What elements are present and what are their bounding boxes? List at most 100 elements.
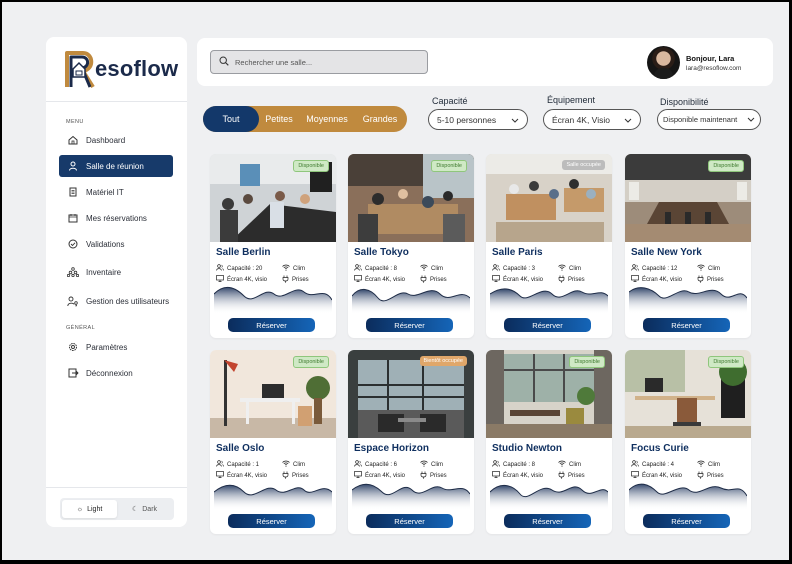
tab-large[interactable]: Grandes: [355, 106, 405, 132]
reserve-button[interactable]: Réserver: [366, 318, 453, 332]
availability-filter-label: Disponibilité: [660, 97, 709, 107]
user-key-icon: [67, 295, 79, 307]
people-icon: [354, 264, 362, 273]
chevron-down-icon: [747, 115, 755, 124]
room-photo: Disponible: [625, 154, 751, 242]
status-badge: Bientôt occupée: [419, 356, 467, 366]
reserve-button[interactable]: Réserver: [643, 318, 730, 332]
sidebar-divider: [46, 101, 187, 102]
chevron-down-icon: [624, 115, 632, 125]
sidebar-item-validations[interactable]: Validations: [59, 233, 173, 255]
logo-r-icon: [63, 49, 97, 89]
menu-section-label: MENU: [66, 119, 84, 125]
room-card[interactable]: Disponible Salle Oslo Capacité : 1 Clim …: [210, 350, 336, 534]
people-icon: [354, 460, 362, 469]
capacity-info: Capacité : 6: [354, 460, 397, 469]
availability-select[interactable]: Disponible maintenant: [657, 109, 761, 130]
moon-icon: ☾: [131, 506, 139, 513]
room-name: Focus Curie: [631, 443, 689, 454]
sidebar-item-settings[interactable]: Paramètres: [59, 336, 173, 358]
reserve-button[interactable]: Réserver: [228, 514, 315, 528]
document-icon: [67, 186, 79, 198]
user-icon: [67, 160, 79, 172]
room-card[interactable]: Disponible Studio Newton Capacité : 8 Cl…: [486, 350, 612, 534]
reserve-button[interactable]: Réserver: [643, 514, 730, 528]
user-greeting: Bonjour, Lara: [686, 53, 735, 63]
sidebar-item-label: Matériel IT: [86, 187, 124, 197]
room-card[interactable]: Disponible Salle Berlin Capacité : 20 Cl…: [210, 154, 336, 338]
availability-wave: [352, 289, 470, 314]
sidebar-item-logout[interactable]: Déconnexion: [59, 362, 173, 384]
sidebar-item-label: Dashboard: [86, 135, 126, 145]
sidebar-item-label: Gestion des utilisateurs: [86, 296, 170, 306]
people-icon: [216, 264, 224, 273]
clim-info: Clim: [420, 460, 443, 469]
sidebar-item-reservations[interactable]: Mes réservations: [59, 207, 173, 229]
user-profile[interactable]: Bonjour, Lara lara@resoflow.com: [647, 46, 741, 79]
sidebar-item-it-equipment[interactable]: Matériel IT: [59, 181, 173, 203]
people-icon: [216, 460, 224, 469]
general-section-label: GÉNÉRAL: [66, 325, 96, 331]
search-bar[interactable]: [210, 50, 428, 74]
capacity-info: Capacité : 4: [631, 460, 674, 469]
people-icon: [492, 460, 500, 469]
clim-info: Clim: [558, 460, 581, 469]
sidebar-item-label: Inventaire: [86, 267, 122, 277]
equipment-select[interactable]: Écran 4K, Visio: [543, 109, 641, 130]
capacity-info: Capacité : 20: [216, 264, 262, 273]
avatar[interactable]: [647, 46, 680, 79]
sidebar-item-label: Mes réservations: [86, 213, 147, 223]
capacity-select[interactable]: 5-10 personnes: [428, 109, 528, 130]
dark-theme-button[interactable]: ☾ Dark: [117, 500, 172, 518]
capacity-filter-label: Capacité: [432, 96, 468, 106]
sidebar-item-dashboard[interactable]: Dashboard: [59, 129, 173, 151]
status-badge: Disponible: [708, 356, 744, 368]
search-input[interactable]: [235, 57, 415, 67]
availability-wave: [629, 483, 747, 510]
room-card[interactable]: Salle occupée Salle Paris Capacité : 3 C…: [486, 154, 612, 338]
reserve-button[interactable]: Réserver: [366, 514, 453, 528]
availability-wave: [214, 287, 332, 314]
reserve-button[interactable]: Réserver: [228, 318, 315, 332]
status-badge: Disponible: [569, 356, 605, 368]
room-card[interactable]: Disponible Salle New York Capacité : 12 …: [625, 154, 751, 338]
clim-info: Clim: [697, 460, 720, 469]
room-name: Espace Horizon: [354, 443, 430, 454]
capacity-info: Capacité : 1: [216, 460, 259, 469]
people-icon: [631, 264, 639, 273]
gear-icon: [67, 341, 79, 353]
wifi-icon: [282, 460, 290, 469]
availability-wave: [490, 288, 608, 314]
boxes-icon: [67, 266, 79, 278]
capacity-info: Capacité : 8: [492, 460, 535, 469]
room-card[interactable]: Bientôt occupée Espace Horizon Capacité …: [348, 350, 474, 534]
room-photo: Disponible: [486, 350, 612, 438]
equipment-filter-label: Équipement: [547, 95, 596, 105]
logout-icon: [67, 367, 79, 379]
top-header: Bonjour, Lara lara@resoflow.com: [197, 38, 773, 86]
room-photo: Disponible: [210, 350, 336, 438]
room-card[interactable]: Disponible Salle Tokyo Capacité : 8 Clim…: [348, 154, 474, 338]
capacity-info: Capacité : 8: [354, 264, 397, 273]
search-icon: [219, 53, 229, 71]
wifi-icon: [420, 460, 428, 469]
app-logo[interactable]: esoflow: [63, 47, 178, 91]
reserve-button[interactable]: Réserver: [504, 514, 591, 528]
clim-info: Clim: [282, 264, 305, 273]
tab-all[interactable]: Tout: [203, 106, 259, 132]
user-email: lara@resoflow.com: [686, 64, 742, 72]
room-card[interactable]: Disponible Focus Curie Capacité : 4 Clim…: [625, 350, 751, 534]
status-badge: Disponible: [708, 160, 744, 172]
tab-medium[interactable]: Moyennes: [299, 106, 355, 132]
sidebar-item-user-management[interactable]: Gestion des utilisateurs: [59, 290, 173, 312]
room-name: Salle New York: [631, 247, 702, 258]
sidebar-item-label: Salle de réunion: [86, 161, 144, 171]
clim-info: Clim: [558, 264, 581, 273]
clim-info: Clim: [697, 264, 720, 273]
tab-small[interactable]: Petites: [259, 106, 299, 132]
sidebar-item-inventory[interactable]: Inventaire: [59, 261, 173, 283]
home-icon: [67, 134, 79, 146]
sidebar-item-meeting-room[interactable]: Salle de réunion: [59, 155, 173, 177]
reserve-button[interactable]: Réserver: [504, 318, 591, 332]
light-theme-button[interactable]: ☼ Light: [62, 500, 117, 518]
